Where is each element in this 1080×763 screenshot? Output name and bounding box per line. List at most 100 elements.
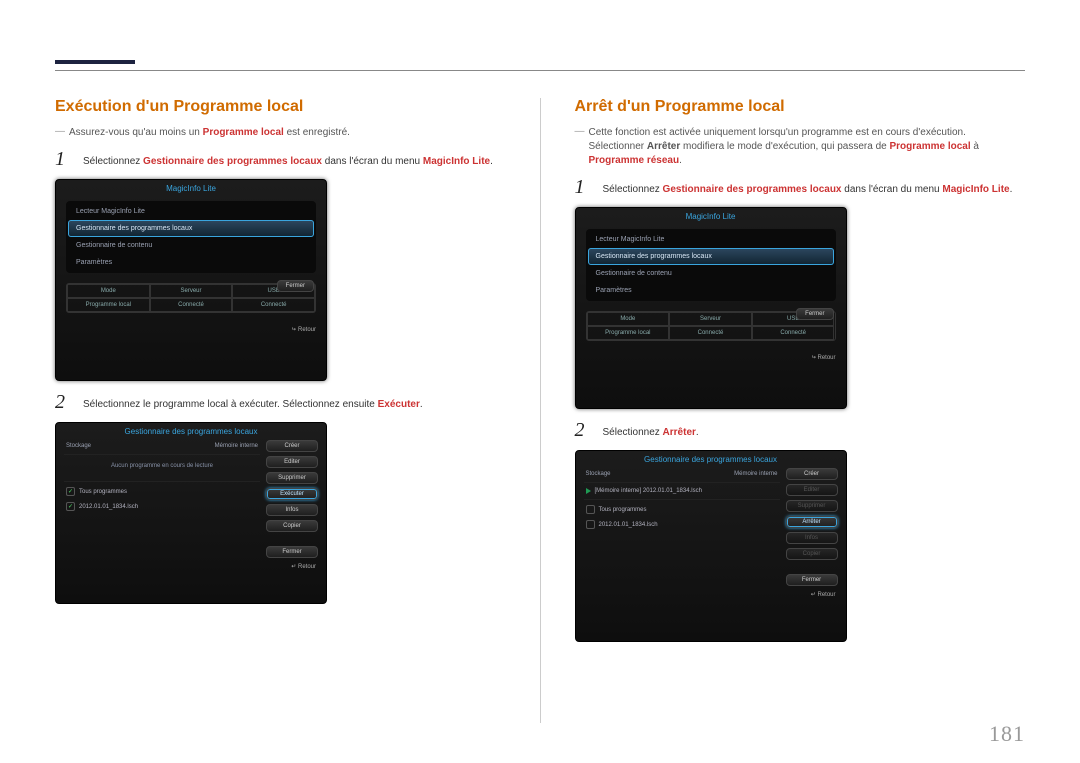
close-button[interactable]: Fermer: [266, 546, 318, 558]
menu-item-selected[interactable]: Gestionnaire des programmes locaux: [68, 220, 314, 237]
row-header: Stockage Mémoire interne: [64, 440, 260, 452]
return-icon: ↵: [291, 326, 296, 333]
play-icon: [586, 488, 591, 494]
t: dans l'écran du menu: [322, 156, 423, 167]
return-icon: ↵: [811, 592, 816, 598]
file-label: 2012.01.01_1834.lsch: [599, 522, 658, 528]
note-line1: Cette fonction est activée uniquement lo…: [589, 127, 966, 138]
manual-page: Exécution d'un Programme local Assurez-v…: [0, 0, 1080, 763]
shot-title: Gestionnaire des programmes locaux: [56, 423, 326, 440]
t: Programme local: [890, 141, 971, 152]
file-label: 2012.01.01_1834.lsch: [79, 504, 138, 510]
note-text: Assurez-vous qu'au moins un: [69, 127, 203, 138]
column-left: Exécution d'un Programme local Assurez-v…: [55, 98, 506, 723]
content-columns: Exécution d'un Programme local Assurez-v…: [55, 98, 1025, 723]
grid-cell: Mode: [67, 284, 150, 298]
grid-cell: Connecté: [150, 298, 233, 312]
grid-cell: Connecté: [669, 326, 752, 340]
shot-left-panel: Stockage Mémoire interne Aucun programme…: [64, 440, 260, 558]
note-suffix: est enregistré.: [284, 127, 350, 138]
column-right: Arrêt d'un Programme local Cette fonctio…: [540, 98, 1026, 723]
spacer: [266, 536, 318, 542]
note-bold: Programme local: [203, 127, 284, 138]
menu-item[interactable]: Lecteur MagicInfo Lite: [68, 203, 314, 220]
divider: [584, 482, 780, 483]
shot-title: MagicInfo Lite: [56, 180, 326, 197]
t: Programme réseau: [589, 155, 680, 166]
checkbox-icon: [586, 505, 595, 514]
memory-label: Mémoire interne: [734, 471, 777, 477]
close-button[interactable]: Fermer: [277, 280, 314, 292]
grid-cell: Serveur: [669, 312, 752, 326]
menu-item[interactable]: Gestionnaire de contenu: [588, 265, 834, 282]
step-text: Sélectionnez Gestionnaire des programmes…: [603, 176, 1013, 199]
note-stop: Cette fonction est activée uniquement lo…: [575, 126, 1026, 168]
checkbox-icon: ✓: [66, 502, 75, 511]
spacer: [786, 564, 838, 570]
t: Sélectionnez: [603, 184, 663, 195]
menu-item-selected[interactable]: Gestionnaire des programmes locaux: [588, 248, 834, 265]
row-header: Stockage Mémoire interne: [584, 468, 780, 480]
playing-file-label: [Mémoire interne] 2012.01.01_1834.lsch: [595, 488, 702, 494]
create-button[interactable]: Créer: [786, 468, 838, 480]
return-label: Retour: [298, 564, 316, 570]
row-file[interactable]: ✓ 2012.01.01_1834.lsch: [64, 499, 260, 514]
menu-item[interactable]: Paramètres: [68, 254, 314, 271]
stop-button[interactable]: Arrêter: [786, 516, 838, 528]
storage-label: Stockage: [586, 471, 611, 477]
info-button[interactable]: Infos: [266, 504, 318, 516]
copy-button[interactable]: Copier: [786, 548, 838, 560]
menu-item[interactable]: Lecteur MagicInfo Lite: [588, 231, 834, 248]
t: Sélectionnez: [83, 156, 143, 167]
t: MagicInfo Lite: [423, 156, 490, 167]
step-2: 2 Sélectionnez le programme local à exéc…: [55, 391, 506, 414]
step-text: Sélectionnez Gestionnaire des programmes…: [83, 148, 493, 171]
t: Arrêter: [663, 427, 696, 438]
shot-footer: ↵ Retour: [56, 323, 326, 339]
checkbox-icon: ✓: [66, 487, 75, 496]
edit-button[interactable]: Editer: [786, 484, 838, 496]
t: dans l'écran du menu: [842, 184, 943, 195]
menu-item[interactable]: Paramètres: [588, 282, 834, 299]
screenshot-manager-right: Gestionnaire des programmes locaux Stock…: [575, 450, 847, 642]
shot-menu: Lecteur MagicInfo Lite Gestionnaire des …: [66, 201, 316, 273]
screenshot-manager-left: Gestionnaire des programmes locaux Stock…: [55, 422, 327, 604]
heading-stop: Arrêt d'un Programme local: [575, 98, 1026, 116]
row-all[interactable]: ✓Tous programmes: [64, 484, 260, 499]
step-number: 2: [575, 419, 593, 442]
row-all[interactable]: Tous programmes: [584, 502, 780, 517]
shot-right-buttons: Créer Editer Supprimer Exécuter Infos Co…: [266, 440, 318, 558]
header-accent-bar: [55, 60, 135, 64]
step-text: Sélectionnez le programme local à exécut…: [83, 391, 423, 414]
delete-button[interactable]: Supprimer: [786, 500, 838, 512]
shot-title: MagicInfo Lite: [576, 208, 846, 225]
shot-body: Stockage Mémoire interne Aucun programme…: [56, 440, 326, 560]
close-button[interactable]: Fermer: [786, 574, 838, 586]
t: Exécuter: [378, 399, 420, 410]
row-playing[interactable]: [Mémoire interne] 2012.01.01_1834.lsch: [584, 485, 780, 497]
info-button[interactable]: Infos: [786, 532, 838, 544]
row-file[interactable]: 2012.01.01_1834.lsch: [584, 517, 780, 532]
shot-left-panel: Stockage Mémoire interne [Mémoire intern…: [584, 468, 780, 586]
step-number: 1: [575, 176, 593, 199]
return-label: Retour: [817, 592, 835, 598]
run-button[interactable]: Exécuter: [266, 488, 318, 500]
edit-button[interactable]: Editer: [266, 456, 318, 468]
shot-footer: ↵ Retour: [56, 560, 326, 576]
menu-item[interactable]: Gestionnaire de contenu: [68, 237, 314, 254]
grid-cell: Connecté: [232, 298, 315, 312]
delete-button[interactable]: Supprimer: [266, 472, 318, 484]
grid-cell: Serveur: [150, 284, 233, 298]
close-button[interactable]: Fermer: [796, 308, 833, 320]
return-icon: ↵: [291, 564, 296, 570]
t: .: [490, 156, 493, 167]
storage-label: Stockage: [66, 443, 91, 449]
t: MagicInfo Lite: [942, 184, 1009, 195]
no-program-message: Aucun programme en cours de lecture: [64, 457, 260, 479]
page-number: 181: [989, 721, 1025, 747]
memory-label: Mémoire interne: [215, 443, 258, 449]
create-button[interactable]: Créer: [266, 440, 318, 452]
copy-button[interactable]: Copier: [266, 520, 318, 532]
note-ensure: Assurez-vous qu'au moins un Programme lo…: [55, 126, 506, 140]
shot-title: Gestionnaire des programmes locaux: [576, 451, 846, 468]
